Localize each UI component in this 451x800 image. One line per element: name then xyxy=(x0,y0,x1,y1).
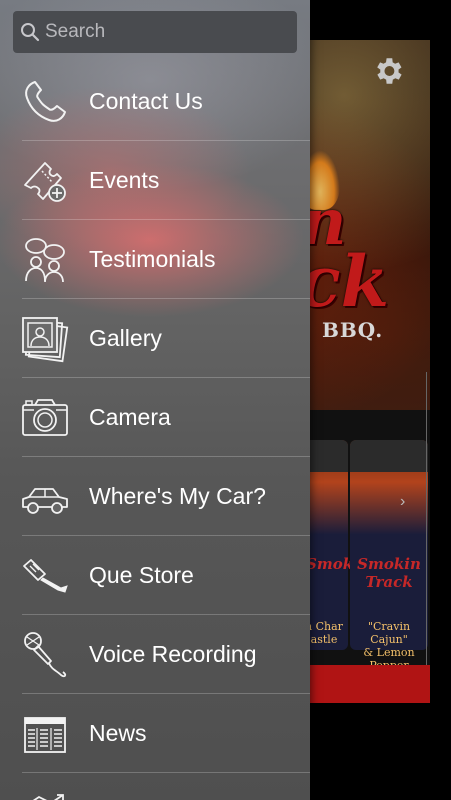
menu-list: Contact Us Events Testimonials Gallery C… xyxy=(0,62,310,800)
product-image: Smok n Char astle Smokin Track "Cravin C… xyxy=(300,410,430,685)
menu-item-events[interactable]: Events xyxy=(0,141,310,220)
side-drawer: Contact Us Events xyxy=(0,0,310,800)
menu-item-news[interactable]: News xyxy=(0,694,310,773)
menu-label: Contact Us xyxy=(89,88,203,114)
spatula-icon xyxy=(20,551,70,601)
divider xyxy=(426,372,427,672)
gallery-icon xyxy=(20,314,70,364)
menu-item-voice-recording[interactable]: Voice Recording xyxy=(0,615,310,694)
menu-item-que-store[interactable]: Que Store xyxy=(0,536,310,615)
menu-label: Events xyxy=(89,167,160,193)
menu-item-gallery[interactable]: Gallery xyxy=(0,299,310,378)
menu-item-wheres-my-car[interactable]: Where's My Car? xyxy=(0,457,310,536)
jar-label: Smok xyxy=(306,555,354,573)
search-icon xyxy=(17,11,43,53)
camera-icon xyxy=(20,393,70,443)
logo-text-line-2: ck xyxy=(298,240,390,323)
menu-label: Where's My Car? xyxy=(89,483,266,509)
jar-label: Smokin Track xyxy=(357,555,421,591)
menu-label: Camera xyxy=(89,404,171,430)
people-chat-icon xyxy=(20,235,70,285)
menu-item-partial[interactable] xyxy=(0,773,310,800)
gear-icon[interactable] xyxy=(371,54,405,88)
search-bar[interactable] xyxy=(13,11,297,53)
menu-item-contact-us[interactable]: Contact Us xyxy=(0,62,310,141)
newspaper-icon xyxy=(20,709,70,759)
jar-sublabel: n Char astle xyxy=(305,620,343,646)
menu-item-camera[interactable]: Camera xyxy=(0,378,310,457)
chevron-right-icon[interactable]: › xyxy=(400,493,405,511)
car-icon xyxy=(20,472,70,522)
microphone-icon xyxy=(20,630,70,680)
menu-label: News xyxy=(89,720,147,746)
menu-label: Gallery xyxy=(89,325,162,351)
logo-bbq-text: BBQ. xyxy=(322,318,384,342)
share-icon xyxy=(20,773,70,800)
jar-cap xyxy=(350,440,428,472)
menu-item-testimonials[interactable]: Testimonials xyxy=(0,220,310,299)
ticket-add-icon xyxy=(20,156,70,206)
red-bar[interactable] xyxy=(300,665,430,703)
search-input[interactable] xyxy=(43,21,297,43)
menu-label: Que Store xyxy=(89,562,194,588)
menu-label: Testimonials xyxy=(89,246,216,272)
menu-label: Voice Recording xyxy=(89,641,257,667)
phone-icon xyxy=(20,77,70,127)
seasoning-jar: Smokin Track "Cravin Cajun" & Lemon Pepp… xyxy=(350,440,428,685)
